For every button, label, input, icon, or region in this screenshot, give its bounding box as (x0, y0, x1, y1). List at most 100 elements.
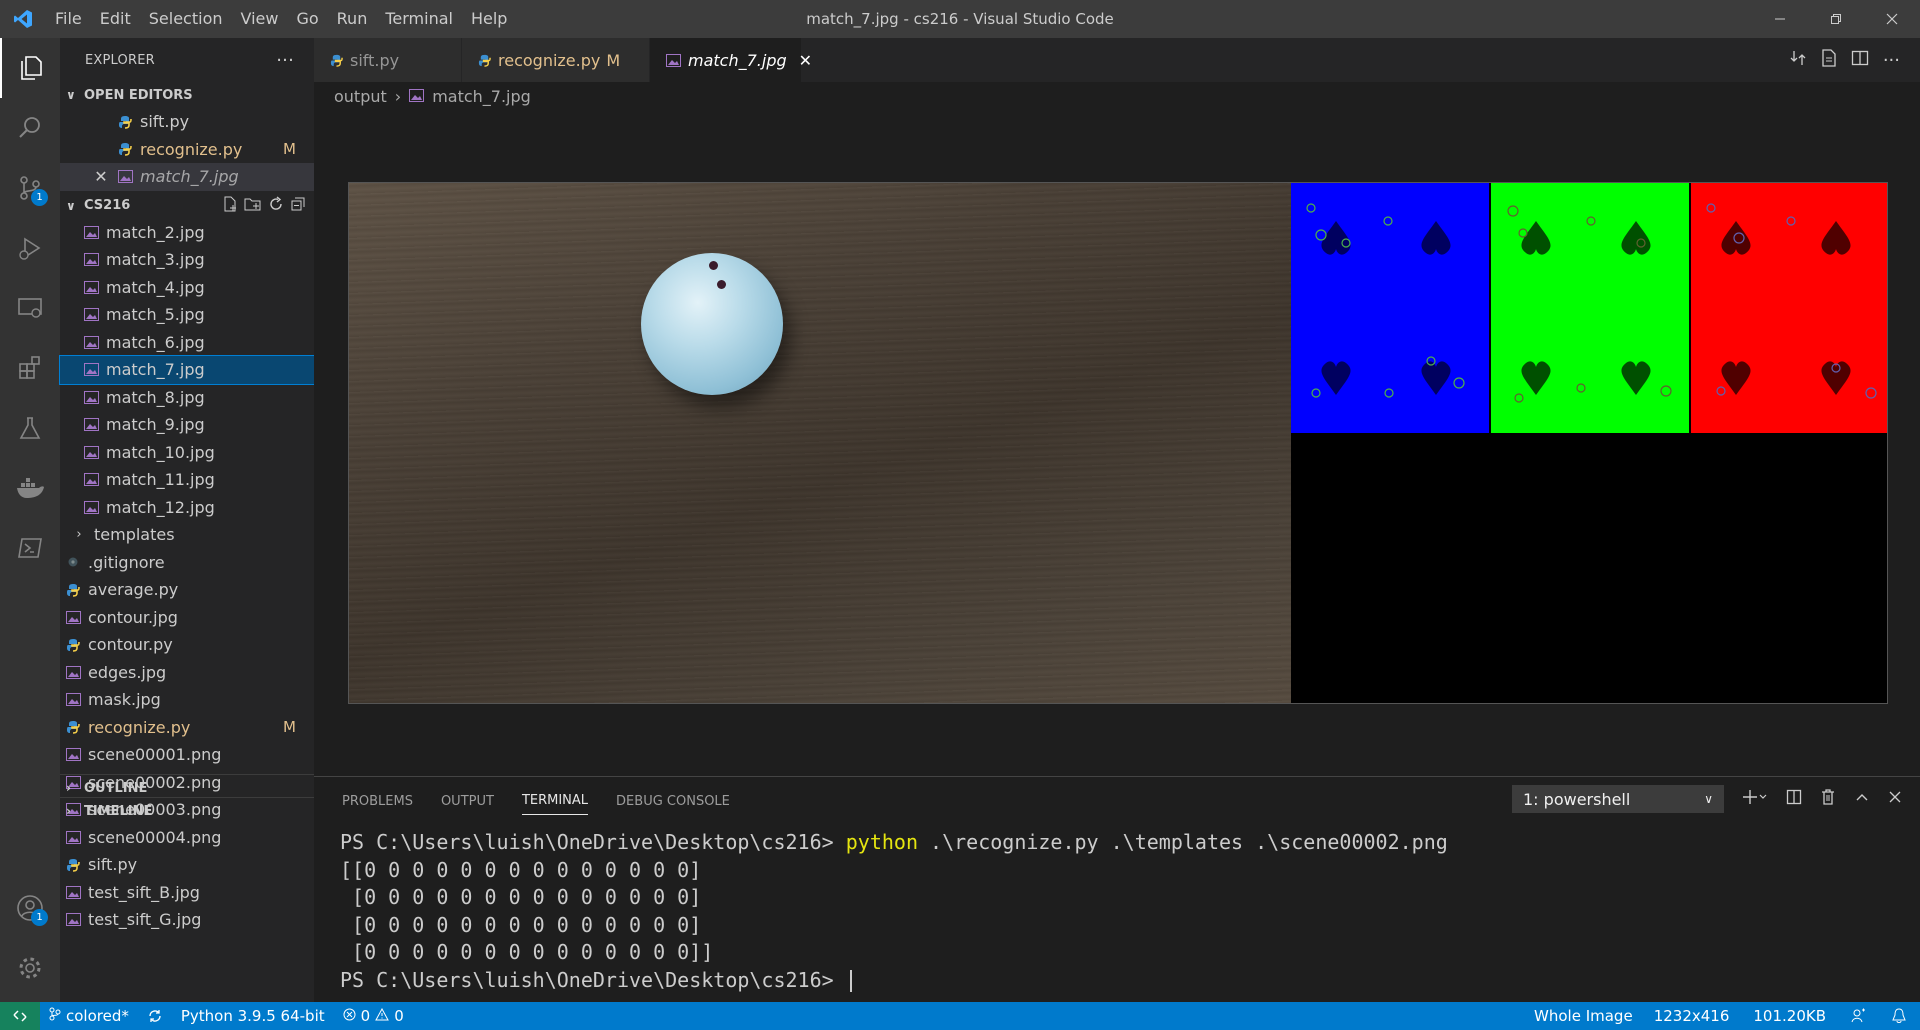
file-tree-item[interactable]: contour.py (60, 631, 314, 659)
open-editor-item[interactable]: ✕ match_7.jpg (60, 163, 314, 191)
open-editor-item[interactable]: sift.py (60, 108, 314, 136)
docker-icon[interactable] (0, 458, 60, 518)
new-terminal-icon[interactable] (1742, 789, 1768, 809)
file-tree-item[interactable]: match_2.jpg (60, 219, 314, 247)
sync-icon[interactable] (138, 1009, 172, 1023)
split-editor-icon[interactable] (1851, 49, 1869, 71)
restore-button[interactable] (1808, 0, 1864, 38)
file-tree-item[interactable]: average.py (60, 576, 314, 604)
tab-output[interactable]: OUTPUT (441, 788, 494, 815)
minimize-button[interactable] (1752, 0, 1808, 38)
git-branch-status[interactable]: colored* (40, 1007, 138, 1025)
tab-terminal[interactable]: TERMINAL (521, 787, 589, 815)
file-tree-item[interactable]: match_6.jpg (60, 329, 314, 357)
tab-recognize-py[interactable]: recognize.py M (462, 38, 650, 82)
settings-gear-icon[interactable] (0, 938, 60, 998)
collapse-all-icon[interactable] (290, 196, 306, 216)
close-tab-icon[interactable]: ✕ (799, 51, 812, 70)
file-tree-item[interactable]: scene00001.png (60, 741, 314, 769)
vscode-logo-icon (0, 0, 46, 38)
maximize-panel-icon[interactable] (1854, 789, 1870, 809)
file-tree-item[interactable]: edges.jpg (60, 659, 314, 687)
menu-selection[interactable]: Selection (140, 0, 232, 38)
remote-indicator-icon[interactable] (0, 1002, 40, 1030)
templates-folder[interactable]: › templates (60, 521, 314, 549)
problems-status[interactable]: 0 0 (334, 1007, 413, 1025)
python-interpreter-status[interactable]: Python 3.9.5 64-bit (172, 1007, 334, 1025)
file-tree-item[interactable]: .gitignore (60, 549, 314, 577)
file-tree-item[interactable]: scene00004.png (60, 824, 314, 852)
new-folder-icon[interactable] (244, 196, 262, 216)
tab-problems[interactable]: PROBLEMS (342, 788, 413, 815)
feedback-icon[interactable] (1838, 1008, 1878, 1024)
panel-actions: 1: powershell ∨ (1512, 785, 1902, 813)
file-tree-item[interactable]: recognize.py M (60, 714, 314, 742)
file-tree-item[interactable]: match_9.jpg (60, 411, 314, 439)
open-editor-label: match_7.jpg (140, 167, 239, 187)
tab-sift-py[interactable]: sift.py (314, 38, 462, 82)
status-right: Whole Image 1232x416 101.20KB (1525, 1007, 1920, 1025)
image-preview[interactable] (348, 182, 1888, 704)
more-actions-icon[interactable]: ··· (276, 50, 294, 71)
terminal-select[interactable]: 1: powershell ∨ (1512, 785, 1724, 813)
refresh-icon[interactable] (268, 195, 284, 216)
source-control-icon[interactable]: 1 (0, 158, 60, 218)
open-changes-icon[interactable] (1789, 49, 1807, 71)
card-green-channel (1491, 183, 1689, 433)
menu-file[interactable]: File (46, 0, 91, 38)
menu-go[interactable]: Go (287, 0, 327, 38)
notifications-bell-icon[interactable] (1878, 1008, 1920, 1024)
git-file-icon (64, 556, 82, 568)
remote-explorer-icon[interactable] (0, 278, 60, 338)
new-file-icon[interactable] (222, 196, 238, 216)
file-tree-item[interactable]: test_sift_B.jpg (60, 879, 314, 907)
timeline-section[interactable]: › TIMELINE (60, 797, 314, 824)
file-tree-item[interactable]: match_11.jpg (60, 466, 314, 494)
file-tree-item[interactable]: match_7.jpg (59, 355, 315, 385)
file-tree-item[interactable]: match_10.jpg (60, 439, 314, 467)
file-tree-item[interactable]: contour.jpg (60, 604, 314, 632)
tab-debug-console[interactable]: DEBUG CONSOLE (616, 788, 730, 815)
terminal-prompt: PS C:\Users\luish\OneDrive\Desktop\cs216… (340, 967, 846, 992)
menu-terminal[interactable]: Terminal (376, 0, 462, 38)
file-tree-item[interactable]: match_8.jpg (60, 384, 314, 412)
more-actions-icon[interactable]: ··· (1883, 50, 1900, 71)
file-tree-item[interactable]: match_5.jpg (60, 301, 314, 329)
explorer-sidebar: EXPLORER ··· ∨ OPEN EDITORS sift.py reco… (59, 38, 315, 1002)
testing-flask-icon[interactable] (0, 398, 60, 458)
extensions-icon[interactable] (0, 338, 60, 398)
file-tree-item[interactable]: match_3.jpg (60, 246, 314, 274)
file-name: sift.py (88, 855, 138, 875)
terminal-output[interactable]: PS C:\Users\luish\OneDrive\Desktop\cs216… (314, 825, 1920, 994)
open-editor-item[interactable]: recognize.py M (60, 136, 314, 164)
close-panel-icon[interactable] (1888, 790, 1902, 808)
breadcrumb-folder[interactable]: output (334, 87, 387, 106)
breadcrumb-file[interactable]: match_7.jpg (432, 87, 531, 106)
image-zoom-mode[interactable]: Whole Image (1525, 1007, 1642, 1025)
file-tree-item[interactable]: test_sift_G.jpg (60, 906, 314, 934)
file-tree-item[interactable]: match_4.jpg (60, 274, 314, 302)
menu-edit[interactable]: Edit (91, 0, 140, 38)
title-bar: File Edit Selection View Go Run Terminal… (0, 0, 1920, 38)
close-window-button[interactable] (1864, 0, 1920, 38)
menu-view[interactable]: View (232, 0, 288, 38)
tab-match-7-jpg[interactable]: match_7.jpg ✕ (650, 38, 812, 82)
file-tree-item[interactable]: sift.py (60, 851, 314, 879)
python-file-icon (64, 720, 82, 735)
trash-icon[interactable] (1820, 789, 1836, 809)
file-tree-item[interactable]: mask.jpg (60, 686, 314, 714)
powershell-icon[interactable] (0, 518, 60, 578)
accounts-icon[interactable]: 1 (0, 878, 60, 938)
menu-help[interactable]: Help (462, 0, 516, 38)
file-name: match_11.jpg (106, 470, 215, 490)
split-terminal-icon[interactable] (1786, 789, 1802, 809)
run-debug-icon[interactable] (0, 218, 60, 278)
menu-run[interactable]: Run (328, 0, 377, 38)
explorer-icon[interactable] (0, 38, 60, 98)
open-file-icon[interactable] (1821, 49, 1837, 71)
search-icon[interactable] (0, 98, 60, 158)
cs216-folder-header[interactable]: ∨ CS216 (60, 193, 314, 219)
file-tree-item[interactable]: match_12.jpg (60, 494, 314, 522)
open-editors-header[interactable]: ∨ OPEN EDITORS (60, 82, 314, 108)
close-icon[interactable]: ✕ (92, 167, 110, 186)
